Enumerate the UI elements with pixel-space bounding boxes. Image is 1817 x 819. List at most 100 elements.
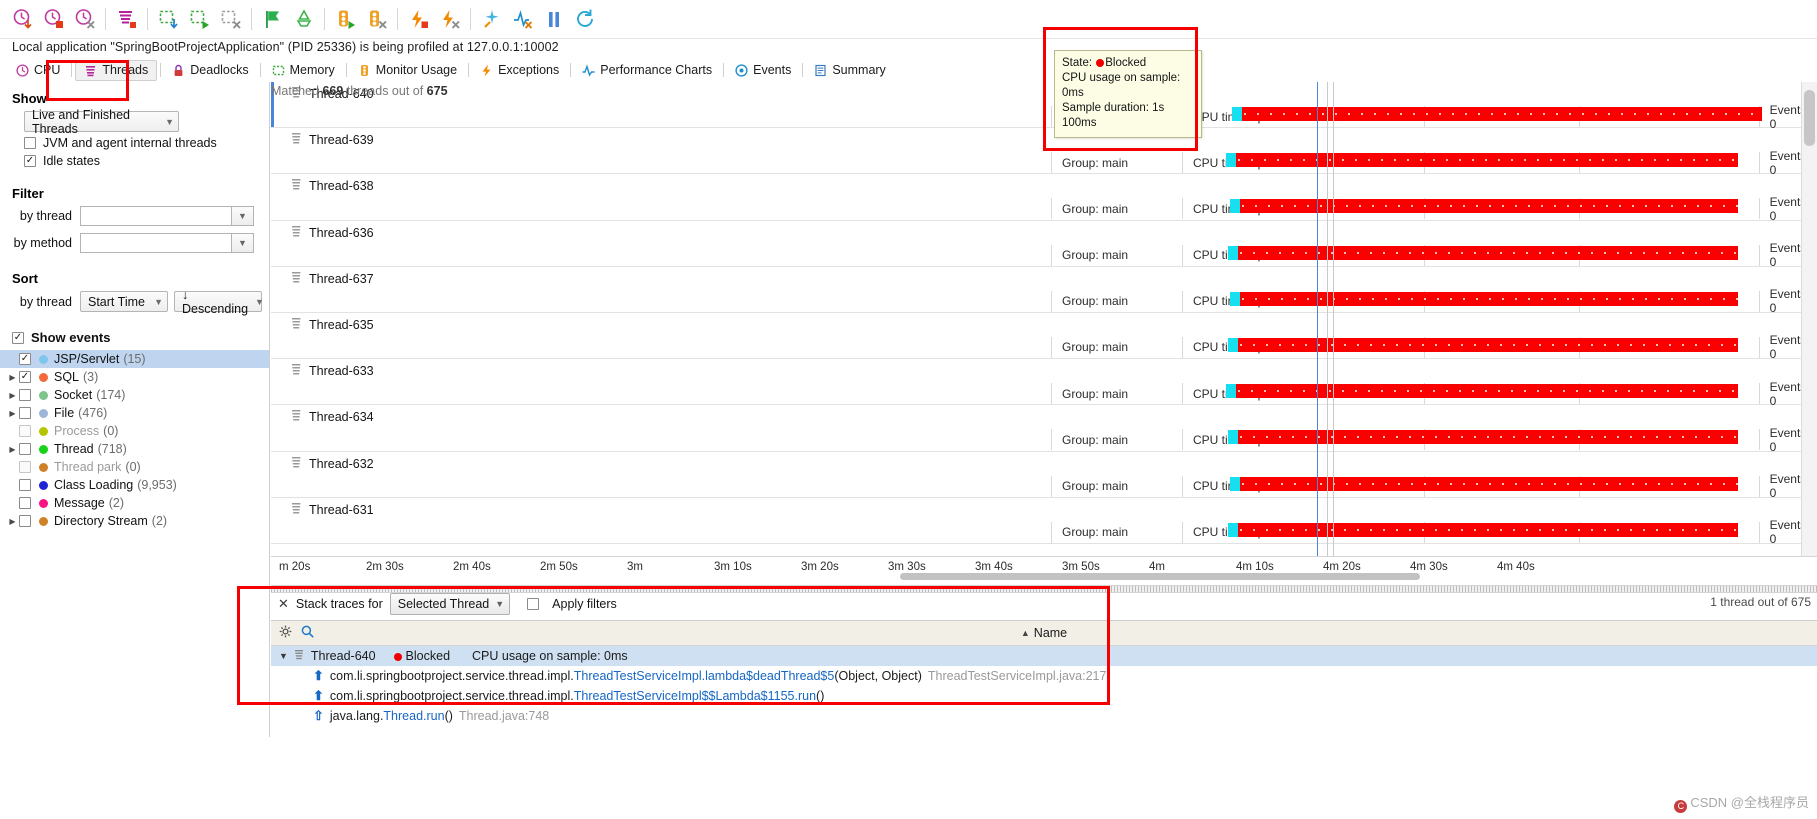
start-monitor-recording-button[interactable] <box>330 4 361 34</box>
panel-splitter[interactable] <box>271 585 1817 593</box>
tab-exceptions[interactable]: Exceptions <box>472 60 567 81</box>
thread-name-cell[interactable]: Thread-633 <box>291 363 374 379</box>
thread-state-lane[interactable] <box>271 337 1817 352</box>
sort-direction-select[interactable]: ↓ Descending ▼ <box>174 288 264 316</box>
tab-threads[interactable]: Threads <box>75 59 158 81</box>
thread-row[interactable]: Thread-640Group: mainCPU time: 0µsStarte… <box>271 82 1817 131</box>
thread-state-lane[interactable] <box>271 245 1817 260</box>
frame-method-link[interactable]: ThreadTestServiceImpl$$Lambda$1155.run <box>574 689 816 703</box>
thread-row[interactable]: Thread-636Group: mainCPU time: 0µsStarte… <box>271 221 1817 269</box>
jvm-internal-threads-checkbox[interactable] <box>24 137 36 149</box>
thread-state-lane[interactable] <box>271 199 1817 214</box>
start-memory-recording-button[interactable] <box>153 4 184 34</box>
stack-traces-scope-select[interactable]: Selected Thread ▼ <box>389 593 511 615</box>
expand-arrow-icon[interactable]: ▶ <box>6 517 19 526</box>
reset-cpu-recording-button[interactable] <box>69 4 100 34</box>
thread-row[interactable]: Thread-633Group: mainCPU time: 0µsStarte… <box>271 359 1817 408</box>
event-type-row[interactable]: ▶ File (476) <box>0 404 269 422</box>
idle-states-checkbox[interactable]: ✓ <box>24 155 36 167</box>
event-type-checkbox[interactable] <box>19 479 31 491</box>
event-type-row[interactable]: Thread park (0) <box>0 458 269 476</box>
stop-allocation-recording-button[interactable] <box>215 4 246 34</box>
tab-cpu[interactable]: CPU <box>8 60 68 81</box>
event-type-row[interactable]: ▶ Directory Stream (2) <box>0 512 269 530</box>
start-exception-recording-button[interactable] <box>403 4 434 34</box>
stop-monitor-recording-button[interactable] <box>361 4 392 34</box>
settings-gear-icon[interactable] <box>279 625 292 641</box>
tab-performance-charts[interactable]: Performance Charts <box>574 60 720 81</box>
stack-frame-row[interactable]: ⇧ java.lang. Thread.run() Thread.java:748 <box>271 706 1817 726</box>
start-cpu-recording-button[interactable] <box>7 4 38 34</box>
frame-method-link[interactable]: ThreadTestServiceImpl.lambda$deadThread$… <box>574 669 835 683</box>
event-type-row[interactable]: ✓ JSP/Servlet (15) <box>0 350 269 368</box>
idle-states-row[interactable]: ✓ Idle states <box>24 154 269 168</box>
thread-timeline-grid[interactable]: Thread-640Group: mainCPU time: 0µsStarte… <box>271 82 1817 556</box>
refresh-view-button[interactable] <box>569 4 600 34</box>
thread-state-lane[interactable] <box>271 384 1817 399</box>
event-type-checkbox[interactable] <box>19 425 31 437</box>
stop-probe-recording-button[interactable] <box>507 4 538 34</box>
thread-row[interactable]: Thread-637Group: mainCPU time: 0µsStarte… <box>271 267 1817 315</box>
stop-exception-recording-button[interactable] <box>434 4 465 34</box>
show-events-checkbox[interactable]: ✓ <box>12 331 24 344</box>
thread-row[interactable]: Thread-632Group: mainCPU time: 0µsStarte… <box>271 452 1817 500</box>
thread-name-cell[interactable]: Thread-637 <box>291 271 374 287</box>
filter-by-thread-input[interactable] <box>80 206 232 226</box>
thread-state-lane[interactable] <box>271 153 1817 168</box>
event-type-checkbox[interactable] <box>19 515 31 527</box>
scrollbar-thumb[interactable] <box>1804 90 1815 146</box>
event-type-row[interactable]: ▶ Socket (174) <box>0 386 269 404</box>
event-type-row[interactable]: Class Loading (9,953) <box>0 476 269 494</box>
tab-monitor-usage[interactable]: Monitor Usage <box>350 60 465 81</box>
filter-by-thread-dropdown[interactable]: ▼ <box>232 206 254 226</box>
stack-frame-row[interactable]: ⬆ com.li.springbootproject.service.thread… <box>271 666 1817 686</box>
grid-vertical-scrollbar[interactable] <box>1801 82 1817 556</box>
show-events-row[interactable]: ✓ Show events <box>12 330 269 345</box>
thread-mode-select[interactable]: Live and Finished Threads ▼ <box>24 108 179 136</box>
start-allocation-recording-button[interactable] <box>184 4 215 34</box>
thread-row[interactable]: Thread-639Group: mainCPU time: 0µsStarte… <box>271 128 1817 177</box>
event-type-row[interactable]: ▶ Thread (718) <box>0 440 269 458</box>
tab-events[interactable]: Events <box>727 60 799 81</box>
run-gc-button[interactable] <box>288 4 319 34</box>
horizontal-scrollbar[interactable] <box>900 573 1420 580</box>
thread-state-lane[interactable] <box>271 430 1817 445</box>
search-icon[interactable] <box>301 625 314 641</box>
thread-state-lane[interactable] <box>271 476 1817 491</box>
expand-arrow-icon[interactable]: ▶ <box>6 391 19 400</box>
pause-recording-button[interactable] <box>538 4 569 34</box>
thread-dump-button[interactable] <box>111 4 142 34</box>
filter-by-method-dropdown[interactable]: ▼ <box>232 233 254 253</box>
thread-row[interactable]: Thread-634Group: mainCPU time: 0µsStarte… <box>271 405 1817 454</box>
thread-state-lane[interactable] <box>271 291 1817 306</box>
thread-name-cell[interactable]: Thread-632 <box>291 456 374 472</box>
thread-name-cell[interactable]: Thread-635 <box>291 317 374 333</box>
event-type-checkbox[interactable] <box>19 407 31 419</box>
thread-name-cell[interactable]: Thread-638 <box>291 178 374 194</box>
jvm-internal-threads-row[interactable]: JVM and agent internal threads <box>24 136 269 150</box>
thread-row[interactable]: Thread-635Group: mainCPU time: 0µsStarte… <box>271 313 1817 361</box>
expand-arrow-icon[interactable]: ▶ <box>6 409 19 418</box>
mark-period-button[interactable] <box>257 4 288 34</box>
event-type-checkbox[interactable] <box>19 443 31 455</box>
stop-cpu-recording-button[interactable] <box>38 4 69 34</box>
event-type-row[interactable]: ▶ ✓ SQL (3) <box>0 368 269 386</box>
event-type-row[interactable]: Process (0) <box>0 422 269 440</box>
thread-state-lane[interactable] <box>271 522 1817 537</box>
thread-name-cell[interactable]: Thread-634 <box>291 409 374 425</box>
expand-arrow-icon[interactable]: ▶ <box>6 445 19 454</box>
stack-frame-row[interactable]: ⬆ com.li.springbootproject.service.thread… <box>271 686 1817 706</box>
filter-by-method-input[interactable] <box>80 233 232 253</box>
close-icon[interactable]: ✕ <box>278 596 289 612</box>
stack-trace-root-row[interactable]: ▼ Thread-640 Blocked CPU usage on sample… <box>271 646 1817 666</box>
apply-filters-checkbox[interactable] <box>527 598 540 610</box>
event-type-checkbox[interactable]: ✓ <box>19 371 31 383</box>
event-type-checkbox[interactable] <box>19 497 31 509</box>
expand-arrow-icon[interactable]: ▶ <box>6 373 19 382</box>
thread-name-cell[interactable]: Thread-639 <box>291 132 374 148</box>
sort-field-select[interactable]: Start Time ▼ <box>80 291 168 312</box>
event-type-row[interactable]: Message (2) <box>0 494 269 512</box>
name-column-header[interactable]: ▲ Name <box>1021 626 1067 640</box>
thread-state-lane[interactable] <box>271 107 1817 121</box>
thread-name-cell[interactable]: Thread-631 <box>291 502 374 518</box>
